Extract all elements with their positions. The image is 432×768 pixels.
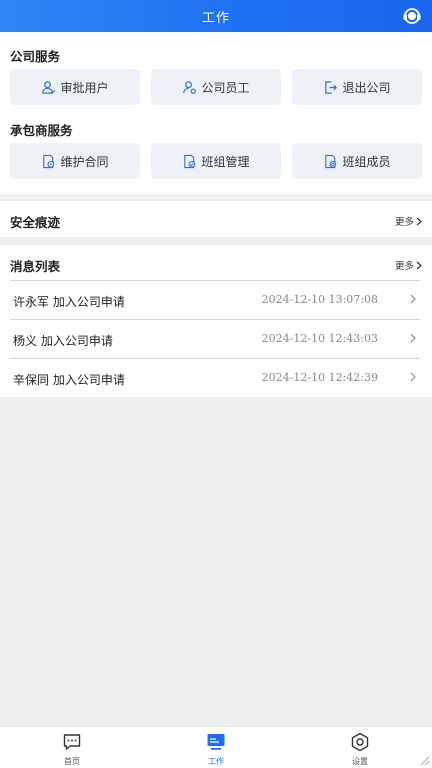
leave-company-button[interactable]: 退出公司 (292, 69, 422, 105)
chevron-right-icon (410, 333, 416, 343)
doc-gear-icon (325, 154, 337, 168)
message-list-title: 消息列表 (10, 259, 61, 274)
approve-users-label: 审批用户 (60, 80, 109, 95)
chevron-right-icon (416, 217, 422, 225)
page-title: 工作 (201, 10, 230, 26)
safety-traces-card: 安全痕迹 更多 (0, 201, 432, 237)
headset-icon[interactable] (402, 6, 422, 26)
team-management-label: 班组管理 (201, 154, 250, 169)
tab-home[interactable]: 首页 (42, 732, 102, 768)
message-text: 许永军 加入公司申请 (13, 295, 125, 309)
messages-more-link[interactable]: 更多 (395, 258, 422, 272)
chevron-right-icon (410, 372, 416, 382)
employee-settings-icon (183, 80, 197, 94)
resize-grip-icon (420, 756, 430, 766)
approve-users-button[interactable]: 审批用户 (10, 69, 140, 105)
chevron-right-icon (416, 261, 422, 269)
message-text: 杨义 加入公司申请 (13, 334, 113, 348)
user-approve-icon (42, 80, 56, 94)
tab-work-label: 工作 (208, 757, 224, 766)
messages-more-label: 更多 (394, 261, 414, 272)
message-row[interactable]: 许永军 加入公司申请 2024-12-10 13:07:08 (10, 280, 420, 319)
team-members-button[interactable]: 班组成员 (292, 143, 422, 179)
doc-check-icon (184, 154, 196, 168)
top-header: 工作 (0, 0, 432, 32)
message-row[interactable]: 辛保同 加入公司申请 2024-12-10 12:42:39 (10, 358, 420, 397)
tab-home-label: 首页 (64, 757, 80, 766)
message-time: 2024-12-10 13:07:08 (261, 293, 378, 306)
message-text: 辛保同 加入公司申请 (13, 373, 125, 387)
company-services-title: 公司服务 (10, 49, 61, 64)
contractor-services-title: 承包商服务 (10, 123, 73, 138)
tab-work[interactable]: 工作 (186, 732, 246, 768)
maintain-contract-button[interactable]: 维护合同 (10, 143, 140, 179)
message-row[interactable]: 杨义 加入公司申请 2024-12-10 12:43:03 (10, 319, 420, 358)
settings-icon (351, 732, 369, 752)
company-employees-button[interactable]: 公司员工 (151, 69, 281, 105)
safety-more-label: 更多 (394, 217, 414, 228)
contract-doc-icon (43, 154, 55, 168)
chevron-right-icon (410, 294, 416, 304)
safety-more-link[interactable]: 更多 (395, 214, 422, 228)
tab-settings[interactable]: 设置 (330, 732, 390, 768)
tab-settings-label: 设置 (352, 757, 368, 766)
services-card: 公司服务 审批用户 公司员工 退出公司 承包商服务 维护合同 班组管理 班组成员 (0, 32, 432, 194)
team-members-label: 班组成员 (342, 154, 391, 169)
message-time: 2024-12-10 12:42:39 (261, 371, 378, 384)
logout-icon (325, 80, 338, 94)
message-list-card: 消息列表 更多 许永军 加入公司申请 2024-12-10 13:07:08 杨… (0, 245, 432, 397)
maintain-contract-label: 维护合同 (60, 154, 109, 169)
message-time: 2024-12-10 12:43:03 (261, 332, 378, 345)
team-management-button[interactable]: 班组管理 (151, 143, 281, 179)
bottom-tab-bar: 首页 工作 设置 (0, 726, 432, 768)
safety-traces-title: 安全痕迹 (10, 215, 61, 230)
chat-icon (63, 734, 81, 750)
company-employees-label: 公司员工 (201, 80, 250, 95)
monitor-icon (207, 734, 225, 750)
leave-company-label: 退出公司 (342, 80, 391, 95)
